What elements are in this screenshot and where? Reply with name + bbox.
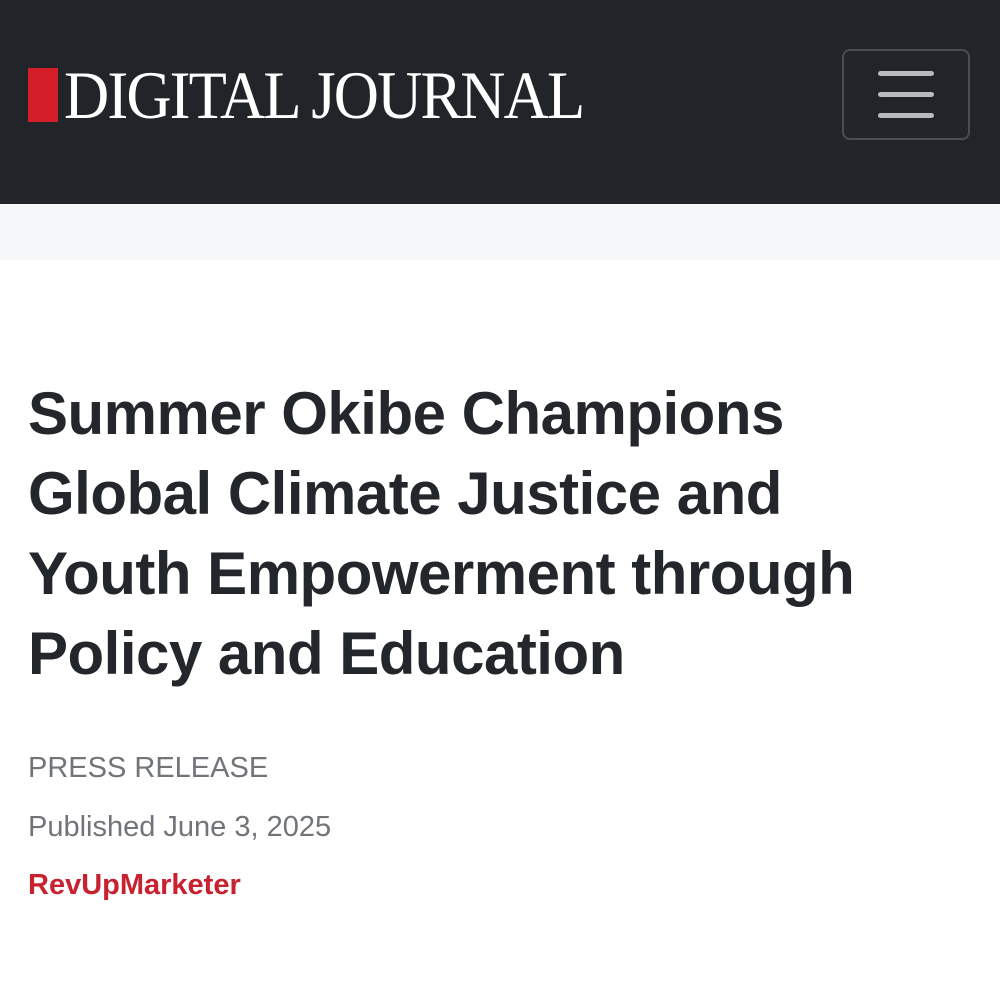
article-category[interactable]: PRESS RELEASE [28,752,268,785]
logo-red-mark [28,68,58,122]
site-logo[interactable]: DIGITAL JOURNAL [28,50,629,140]
site-header: DIGITAL JOURNAL [0,0,1000,204]
author-link[interactable]: RevUpMarketer [28,869,241,902]
header-spacer-strip [0,204,1000,260]
menu-toggle-button[interactable] [842,49,970,140]
logo-text: DIGITAL JOURNAL [64,57,585,133]
hamburger-menu-icon [878,71,934,76]
published-date: Published June 3, 2025 [28,811,332,843]
hamburger-menu-icon-bar [878,92,934,97]
article-title: Summer Okibe Champions Global Climate Ju… [28,380,855,687]
hamburger-menu-icon-bar [878,113,934,118]
